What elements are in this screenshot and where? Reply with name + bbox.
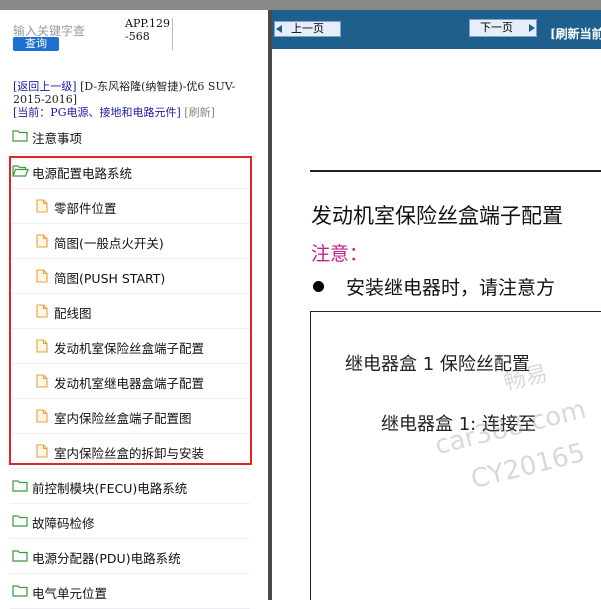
folder-open-icon <box>12 164 29 180</box>
tree-folder-item[interactable]: 电气单元位置 <box>10 574 250 609</box>
tree-folder-item[interactable]: 前控制模块(FECU)电路系统 <box>10 469 250 504</box>
folder-icon <box>12 549 28 565</box>
tree-item-label: 室内保险丝盒的拆卸与安装 <box>54 446 205 461</box>
document-icon <box>36 374 48 391</box>
document-icon <box>36 409 48 426</box>
tree-item-label: 前控制模块(FECU)电路系统 <box>32 481 188 496</box>
tree-item-label: 室内保险丝盒端子配置图 <box>54 411 192 426</box>
tree-folder-item[interactable]: 故障码检修 <box>10 504 250 539</box>
next-page-label: 下一页 <box>480 21 513 34</box>
document-panel: 上一页 下一页 [刷新当前 发动机室保险丝盒端子配置 注意： 安装继电器时，请注… <box>272 10 601 600</box>
left-panel: 输入关键字查 查询 APP.129-568 [返回上一级] [D-东风裕隆(纳智… <box>0 10 268 609</box>
document-icon <box>36 339 48 356</box>
breadcrumb: [返回上一级] [D-东风裕隆(纳智捷)-优6 SUV-2015-2016] [… <box>13 80 263 119</box>
app-code: APP.129-568 <box>125 17 171 43</box>
folder-icon <box>12 479 28 495</box>
tree-page-item[interactable]: 零部件位置 <box>10 189 250 224</box>
tree-item-label: 注意事项 <box>32 131 83 146</box>
folder-icon <box>12 129 28 145</box>
tree-folder-item[interactable]: 电源配置电路系统 <box>10 154 250 189</box>
tree-menu: 注意事项电源配置电路系统 零部件位置简图(一般点火开关) 简图(PUSH START… <box>10 119 250 609</box>
tree-folder-item[interactable]: 电源分配器(PDU)电路系统 <box>10 539 250 574</box>
bullet-dot <box>313 281 324 292</box>
folder-icon <box>12 514 28 530</box>
page-toolbar: 上一页 下一页 [刷新当前 <box>272 10 601 49</box>
arrow-right-icon <box>529 24 535 32</box>
note-bullet-text: 安装继电器时，请注意方 <box>346 277 556 299</box>
tree-item-label: 配线图 <box>54 306 92 321</box>
tree-item-label: 简图(一般点火开关) <box>54 236 164 251</box>
document-icon <box>36 444 48 461</box>
refresh-current-link[interactable]: [刷新当前 <box>550 25 601 42</box>
tree-item-label: 零部件位置 <box>54 201 117 216</box>
tree-folder-item[interactable]: 注意事项 <box>10 119 250 154</box>
arrow-left-icon <box>276 25 282 33</box>
tree-page-item[interactable]: 简图(一般点火开关) <box>10 224 250 259</box>
tree-item-label: 发动机室继电器盒端子配置 <box>54 376 205 391</box>
title-rule <box>310 170 601 172</box>
tree-item-label: 电源分配器(PDU)电路系统 <box>32 551 181 566</box>
document-icon <box>36 269 48 286</box>
document-title: 发动机室保险丝盒端子配置 <box>311 204 563 228</box>
prev-page-label: 上一页 <box>291 22 324 35</box>
search-button[interactable]: 查询 <box>13 37 59 51</box>
tree-page-item[interactable]: 发动机室继电器盒端子配置 <box>10 364 250 399</box>
refresh-link[interactable]: [刷新] <box>184 106 215 119</box>
folder-icon <box>12 584 28 600</box>
document-icon <box>36 234 48 251</box>
prev-page-button[interactable]: 上一页 <box>274 21 341 37</box>
tree-page-item[interactable]: 发动机室保险丝盒端子配置 <box>10 329 250 364</box>
tree-item-label: 发动机室保险丝盒端子配置 <box>54 341 205 356</box>
tree-page-item[interactable]: 室内保险丝盒的拆卸与安装 <box>10 434 250 469</box>
note-label: 注意： <box>311 243 369 265</box>
tree-item-label: 电源配置电路系统 <box>32 166 133 181</box>
tree-item-label: 故障码检修 <box>32 516 95 531</box>
tree-page-item[interactable]: 配线图 <box>10 294 250 329</box>
current-section-link[interactable]: [当前：PG电源、接地和电路元件] <box>13 106 181 119</box>
tree-item-label: 简图(PUSH START) <box>54 271 166 286</box>
tree-page-item[interactable]: 室内保险丝盒端子配置图 <box>10 399 250 434</box>
tree-page-item[interactable]: 简图(PUSH START) <box>10 259 250 294</box>
app-code-separator <box>172 18 173 50</box>
back-link[interactable]: [返回上一级] <box>13 80 77 93</box>
tree-item-label: 电气单元位置 <box>32 586 108 601</box>
document-icon <box>36 304 48 321</box>
document-icon <box>36 199 48 216</box>
next-page-button[interactable]: 下一页 <box>469 19 537 37</box>
window-top-strip <box>0 0 601 10</box>
